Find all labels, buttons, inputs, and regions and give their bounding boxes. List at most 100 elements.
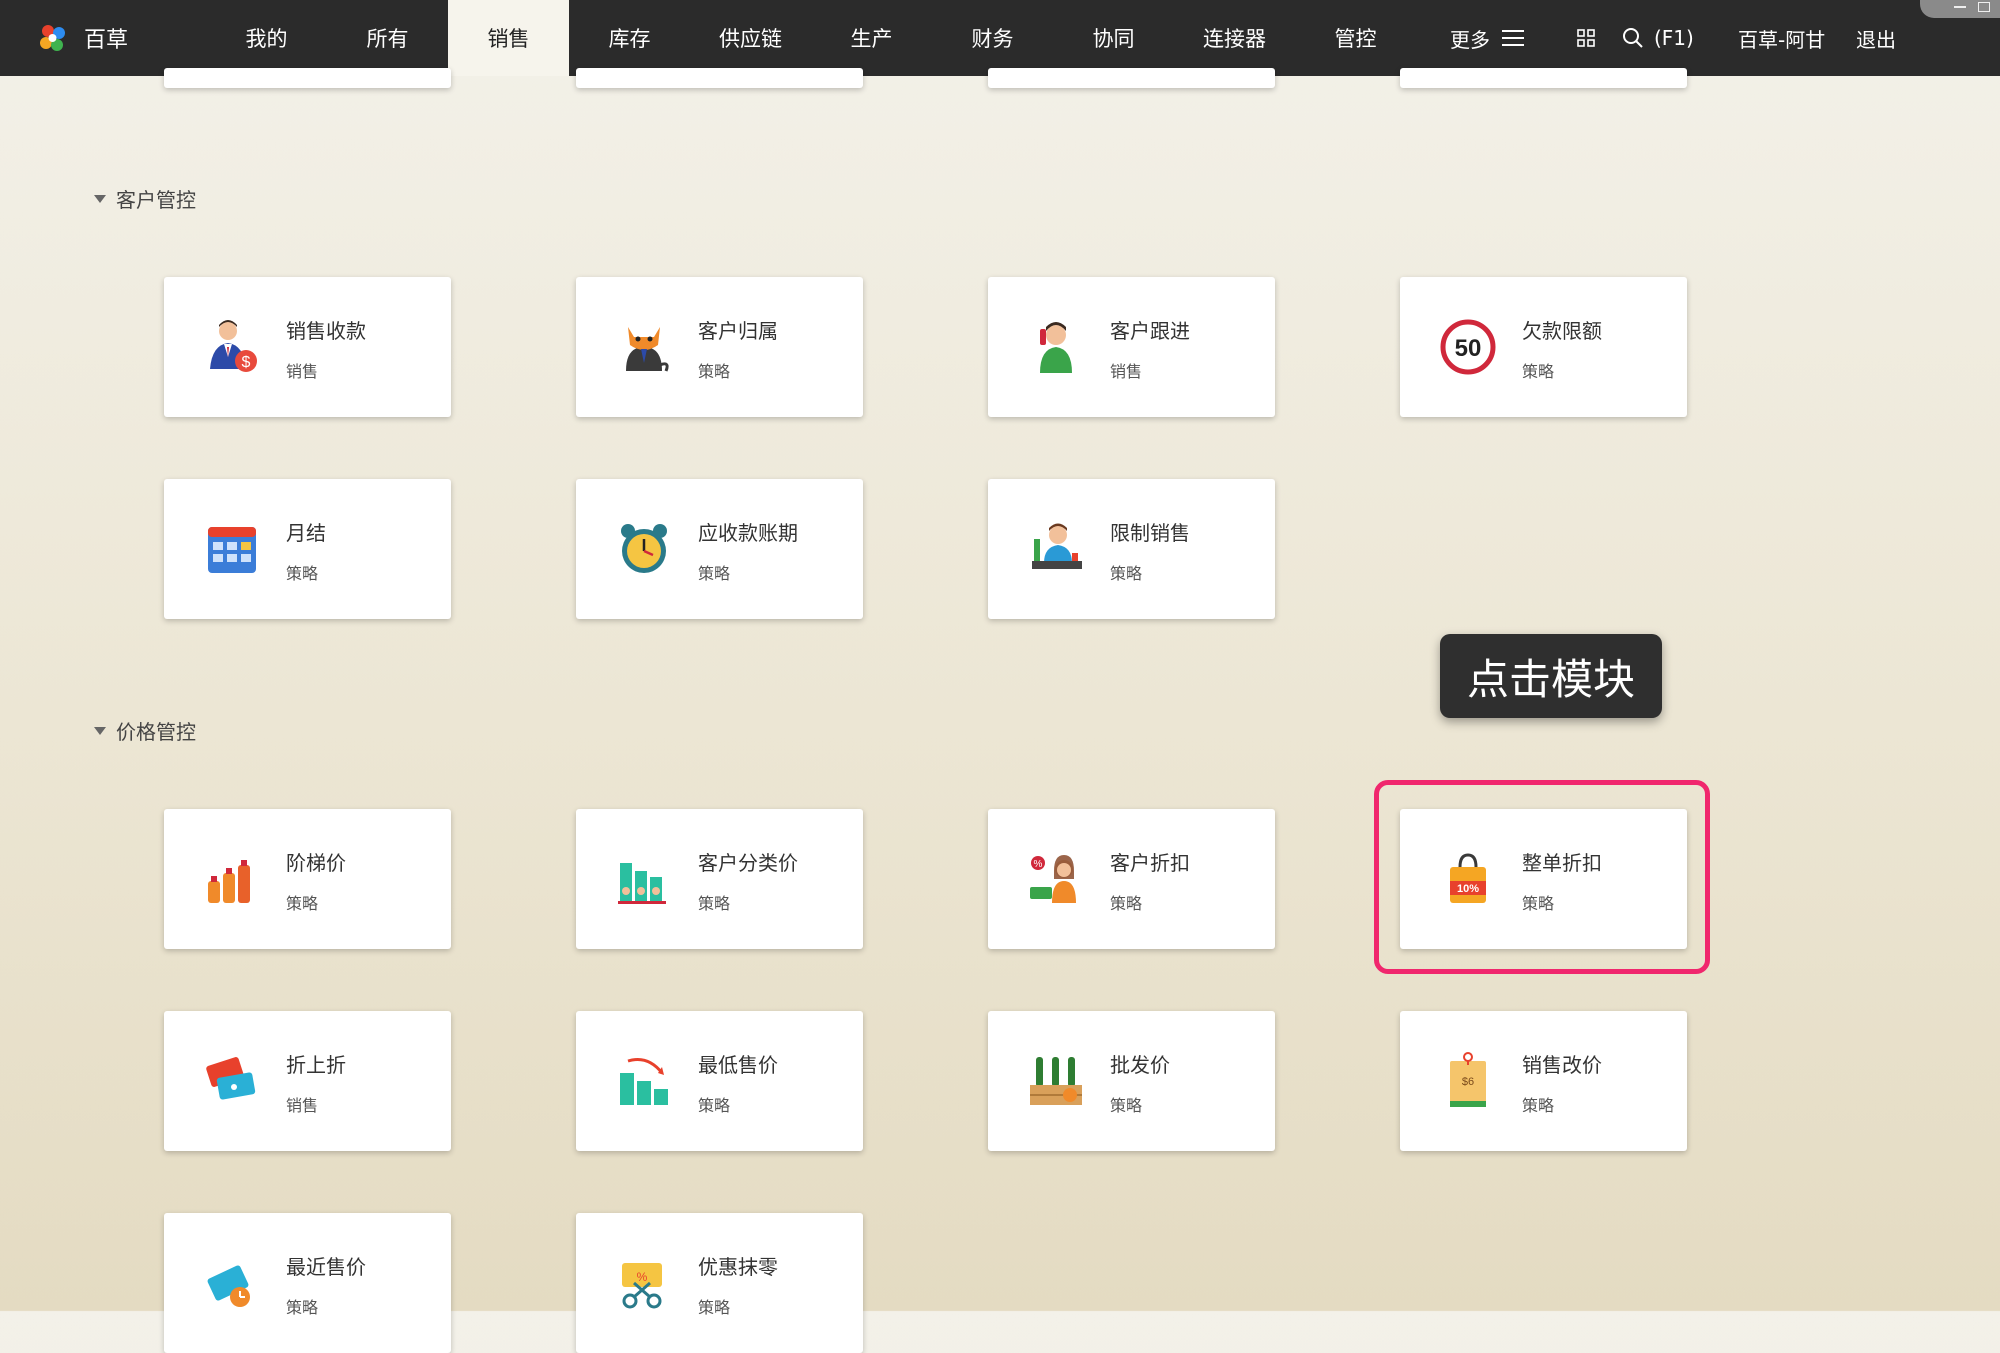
card-title: 欠款限额 (1522, 319, 1602, 343)
tooltip-text: 点击模块 (1466, 654, 1635, 704)
card-title: 批发价 (1110, 1053, 1170, 1077)
card-title: 最近售价 (286, 1255, 366, 1279)
logout-link[interactable]: 退出 (1856, 0, 1896, 76)
module-card-restrict-sales[interactable]: 限制销售 策略 (988, 479, 1275, 619)
nav-tab-connector[interactable]: 连接器 (1174, 0, 1295, 76)
minimize-icon[interactable] (1954, 2, 1966, 8)
nav-tab-label: 所有 (366, 27, 409, 51)
card-subtitle: 策略 (698, 1298, 731, 1317)
section-title: 价格管控 (116, 720, 196, 744)
brand[interactable]: 百草 (36, 0, 128, 76)
caret-down-icon (94, 194, 106, 203)
phone-call-person-icon (1040, 322, 1072, 373)
shopkeeper-icon (1032, 523, 1082, 569)
card-partial[interactable] (1400, 68, 1687, 88)
card-subtitle: 策略 (1110, 894, 1143, 913)
woman-discount-icon: % (1030, 855, 1076, 903)
card-subtitle: 销售 (1110, 362, 1143, 381)
card-title: 整单折扣 (1522, 851, 1602, 875)
module-card-monthly-settlement[interactable]: 月结 策略 (164, 479, 451, 619)
brand-name: 百草 (84, 28, 129, 53)
svg-text:10%: 10% (1457, 883, 1479, 895)
nav-tab-label: 管控 (1334, 27, 1377, 51)
module-card-customer-ownership[interactable]: 客户归属 策略 (576, 277, 863, 417)
nav-tab-inventory[interactable]: 库存 (569, 0, 690, 76)
speed-limit-50-icon: 50 (1440, 319, 1496, 375)
click-module-tooltip: 点击模块 (1440, 634, 1662, 718)
card-subtitle: 策略 (286, 1298, 319, 1317)
module-card-sales-collection[interactable]: $ 销售收款 销售 (164, 277, 451, 417)
card-partial[interactable] (164, 68, 451, 88)
search-button[interactable]: (F1) (1622, 0, 1694, 76)
module-card-customer-discount[interactable]: % 客户折扣 策略 (988, 809, 1275, 949)
module-card-rounding-discount[interactable]: % 优惠抹零 策略 (576, 1213, 863, 1353)
svg-text:%: % (637, 1270, 648, 1284)
section-header-price-control[interactable]: 价格管控 (94, 716, 196, 745)
nav-tab-label: 生产 (850, 27, 893, 51)
card-title: 客户归属 (698, 319, 778, 343)
svg-text:$: $ (242, 354, 251, 371)
wine-crate-icon (1030, 1057, 1082, 1105)
apps-grid-button[interactable] (1576, 0, 1596, 76)
module-card-sales-price-change[interactable]: $6 销售改价 策略 (1400, 1011, 1687, 1151)
card-subtitle: 策略 (286, 894, 319, 913)
nav-tab-label: 库存 (608, 27, 651, 51)
more-menu-button[interactable]: 更多 (1450, 0, 1524, 76)
nav-tab-production[interactable]: 生产 (811, 0, 932, 76)
more-label: 更多 (1450, 27, 1490, 52)
section-header-customer-control[interactable]: 客户管控 (94, 184, 196, 213)
card-subtitle: 销售 (286, 362, 319, 381)
card-title: 优惠抹零 (698, 1255, 778, 1279)
module-card-tiered-price[interactable]: 阶梯价 策略 (164, 809, 451, 949)
module-card-minimum-price[interactable]: 最低售价 策略 (576, 1011, 863, 1151)
card-title: 客户跟进 (1110, 319, 1190, 343)
module-card-stacked-discount[interactable]: 折上折 销售 (164, 1011, 451, 1151)
nav-tab-sales[interactable]: 销售 (448, 0, 569, 76)
logout-label: 退出 (1856, 27, 1896, 52)
card-subtitle: 策略 (698, 894, 731, 913)
module-card-wholesale-price[interactable]: 批发价 策略 (988, 1011, 1275, 1151)
scissors-coupon-icon: % (622, 1263, 662, 1309)
nav-tab-label: 我的 (245, 27, 288, 51)
hamburger-menu-icon (1502, 25, 1524, 51)
module-card-customer-followup[interactable]: 客户跟进 销售 (988, 277, 1275, 417)
card-subtitle: 策略 (1522, 362, 1555, 381)
card-title: 客户分类价 (698, 851, 798, 875)
nav-tab-label: 销售 (487, 27, 530, 51)
card-title: 销售收款 (286, 319, 366, 343)
nav-tab-label: 连接器 (1203, 27, 1266, 51)
nav-tab-collaboration[interactable]: 协同 (1053, 0, 1174, 76)
tag-clock-icon (207, 1265, 250, 1307)
svg-text:%: % (1034, 859, 1043, 870)
nav-tab-label: 供应链 (719, 27, 782, 51)
section-title: 客户管控 (116, 188, 196, 212)
user-account[interactable]: 百草-阿甘 (1738, 0, 1825, 76)
maximize-icon[interactable] (1978, 2, 1990, 12)
module-card-recent-price[interactable]: 最近售价 策略 (164, 1213, 451, 1353)
nav-tab-label: 财务 (971, 27, 1014, 51)
coupon-tickets-icon (206, 1057, 256, 1100)
brand-logo-icon (40, 25, 65, 51)
caret-down-icon (94, 726, 106, 735)
salesman-dollar-icon: $ (210, 320, 257, 372)
module-card-customer-category-price[interactable]: 客户分类价 策略 (576, 809, 863, 949)
module-card-receivable-term[interactable]: 应收款账期 策略 (576, 479, 863, 619)
card-title: 月结 (286, 521, 326, 545)
card-partial[interactable] (988, 68, 1275, 88)
grouped-customers-icon (618, 863, 666, 904)
nav-tab-control[interactable]: 管控 (1295, 0, 1416, 76)
nav-tab-supply-chain[interactable]: 供应链 (690, 0, 811, 76)
card-subtitle: 策略 (1522, 1096, 1555, 1115)
nav-tab-finance[interactable]: 财务 (932, 0, 1053, 76)
card-subtitle: 策略 (698, 362, 731, 381)
card-partial[interactable] (576, 68, 863, 88)
card-title: 阶梯价 (286, 851, 346, 875)
shopping-bag-10-percent-icon: 10% (1450, 853, 1486, 903)
nav-tab-mine[interactable]: 我的 (206, 0, 327, 76)
module-card-order-discount[interactable]: 10% 整单折扣 策略 (1400, 809, 1687, 949)
card-title: 最低售价 (698, 1053, 778, 1077)
card-subtitle: 策略 (698, 1096, 731, 1115)
nav-tab-all[interactable]: 所有 (327, 0, 448, 76)
price-tag-icon: $6 (1450, 1052, 1486, 1107)
module-card-debt-limit[interactable]: 50 欠款限额 策略 (1400, 277, 1687, 417)
